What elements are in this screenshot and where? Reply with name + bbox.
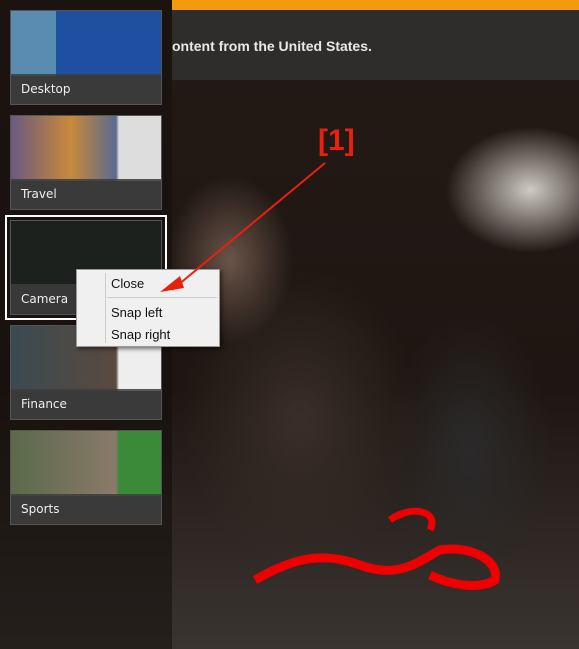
annotation-arrow [160, 162, 500, 590]
